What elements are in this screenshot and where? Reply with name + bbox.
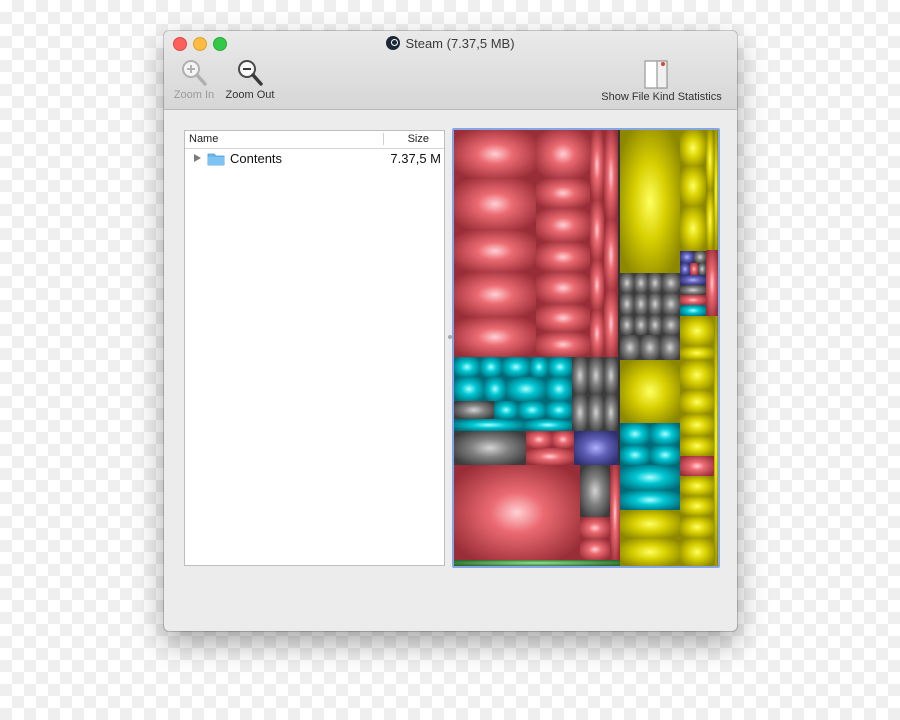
zoom-in-icon — [182, 60, 207, 86]
disclosure-triangle-icon[interactable] — [194, 154, 201, 162]
column-header-size[interactable]: Size — [408, 133, 429, 145]
treemap-canvas — [454, 130, 718, 566]
outline-header: Name Size — [185, 131, 444, 149]
zoom-in-button[interactable]: Zoom In — [170, 58, 218, 101]
file-kind-statistics-button[interactable]: Show File Kind Statistics — [594, 58, 729, 103]
window-title: Steam (7.37,5 MB) — [164, 35, 737, 53]
app-window: Steam (7.37,5 MB) Zoom In Zoom Out Show … — [164, 31, 737, 631]
zoom-in-label: Zoom In — [173, 89, 215, 101]
file-outline-view[interactable]: Name Size Contents 7.37,5 M — [184, 130, 445, 566]
column-header-name[interactable]: Name — [189, 133, 218, 145]
list-item-size: 7.37,5 M — [390, 151, 441, 166]
zoom-out-label: Zoom Out — [225, 89, 275, 101]
folder-icon — [207, 153, 225, 166]
title-bar: Steam (7.37,5 MB) Zoom In Zoom Out Show … — [164, 31, 737, 110]
treemap-bottom-red-region — [454, 465, 620, 566]
list-item[interactable]: Contents 7.37,5 M — [185, 149, 444, 169]
zoom-out-icon — [238, 60, 263, 86]
zoom-out-button[interactable]: Zoom Out — [222, 58, 278, 101]
statistics-panel-icon — [644, 60, 668, 89]
list-item-name: Contents — [230, 151, 283, 166]
steam-icon — [386, 36, 401, 50]
column-divider[interactable] — [383, 133, 384, 145]
file-kind-statistics-label: Show File Kind Statistics — [601, 91, 722, 103]
treemap-red-region — [454, 130, 618, 357]
treemap-view[interactable] — [452, 128, 720, 568]
window-title-text: Steam (7.37,5 MB) — [405, 36, 515, 51]
main-content: Name Size Contents 7.37,5 M — [164, 110, 737, 631]
